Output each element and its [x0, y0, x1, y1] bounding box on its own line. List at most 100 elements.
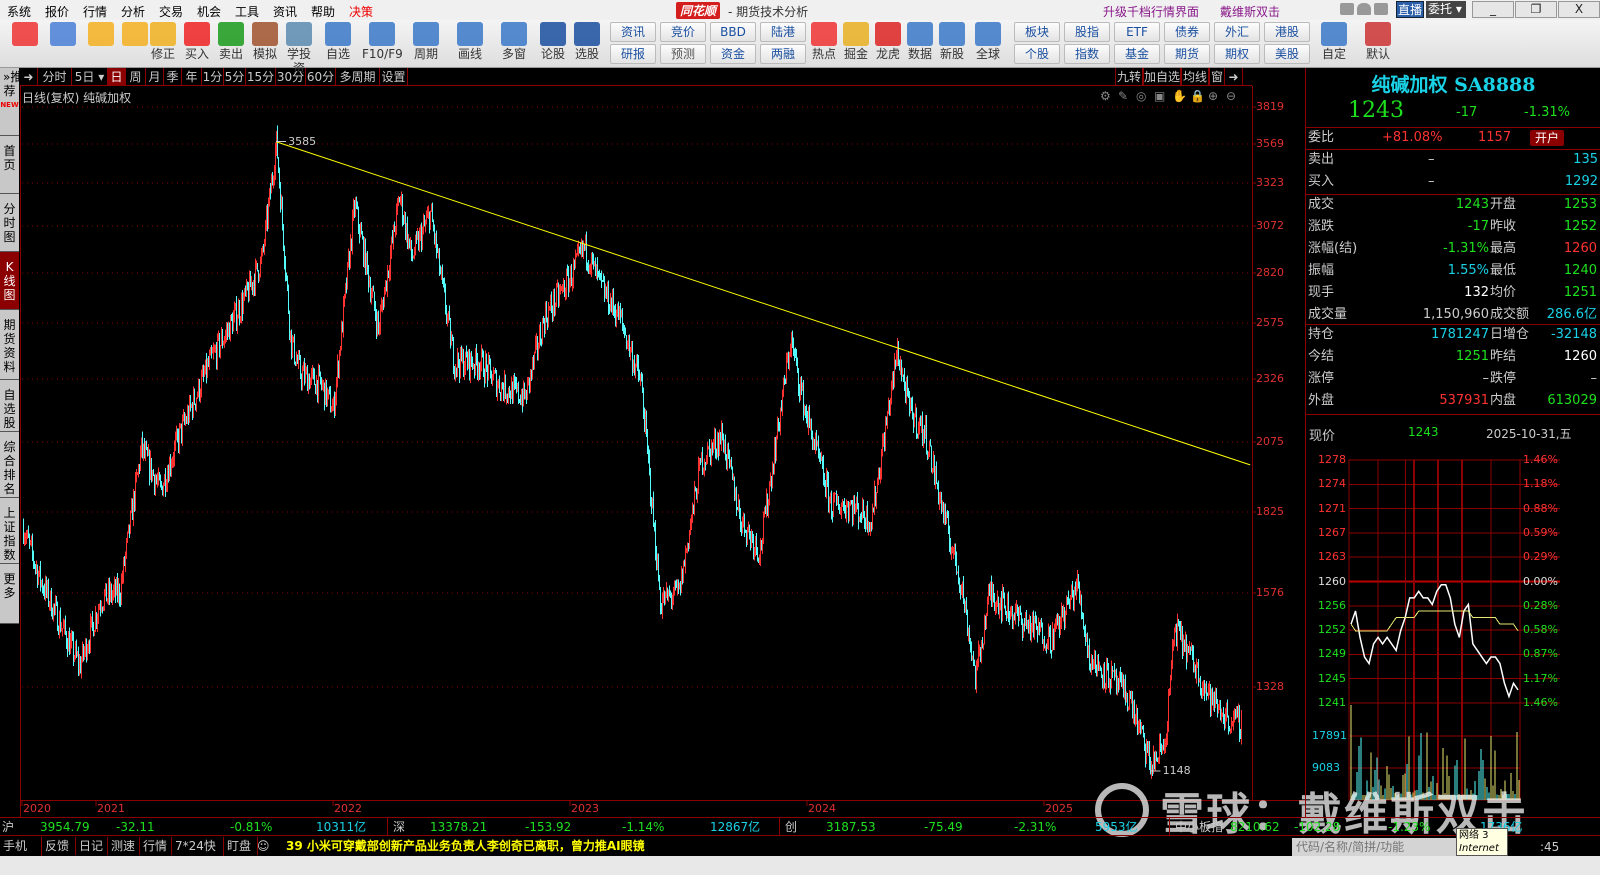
quote-row: 成交 1243 开盘 1253	[1306, 194, 1600, 216]
y-tick-label: 3323	[1256, 176, 1284, 189]
open-account-button[interactable]: 开户	[1530, 130, 1565, 146]
gear-icon[interactable]: ⚙	[1100, 89, 1111, 103]
field-label: 均价	[1490, 285, 1517, 300]
zoom-in-icon[interactable]: ⊕	[1208, 89, 1218, 103]
index-name[interactable]: 沪	[2, 818, 14, 836]
trendline[interactable]	[275, 141, 1251, 466]
robot-icon[interactable]: ☺	[254, 837, 273, 855]
index-amount: 5953亿	[1095, 820, 1138, 834]
field-label: 今结	[1308, 349, 1335, 364]
target-icon[interactable]: ◎	[1136, 89, 1146, 103]
intraday-pct-tick: 0.29%	[1523, 550, 1558, 564]
intraday-price-tick: 1256	[1318, 598, 1346, 612]
index-value: 3954.79	[40, 820, 90, 834]
weibi-label: 委比	[1308, 130, 1335, 145]
index-change: -32.11	[116, 820, 155, 834]
y-tick-label: 3072	[1256, 219, 1284, 232]
pen-icon[interactable]: ✎	[1118, 89, 1128, 103]
chart-left-border	[20, 86, 21, 817]
intraday-pct-tick: 0.88%	[1523, 501, 1558, 515]
chart-title: 日线(复权) 纯碱加权	[22, 91, 132, 105]
annotation-label: 3585	[288, 134, 317, 148]
intraday-label: 现价	[1309, 429, 1336, 444]
index-name[interactable]: 创	[785, 818, 797, 836]
index-name[interactable]: 中小板指	[1175, 818, 1223, 836]
field-value: 1781247	[1431, 327, 1489, 342]
field-value: 1,150,960	[1422, 307, 1489, 322]
intraday-price-tick: 1267	[1318, 525, 1346, 539]
field-value: -17	[1467, 219, 1489, 234]
index-pct: -1.14%	[622, 820, 665, 834]
intraday-pct-tick: 1.46%	[1523, 696, 1558, 709]
intraday-price-tick: 1274	[1318, 477, 1346, 491]
quote-row: 涨停 – 跌停 –	[1306, 368, 1600, 390]
index-pct: -2.31%	[1014, 820, 1057, 834]
y-tick-label: 1576	[1256, 586, 1284, 599]
field-value: 1251	[1563, 285, 1597, 300]
intraday-price-tick: 1252	[1318, 623, 1346, 637]
index-value: 3187.53	[826, 820, 876, 834]
field-label: 成交额	[1490, 307, 1530, 322]
price-change: -17	[1456, 105, 1478, 120]
status-item-3[interactable]: 测速	[108, 837, 140, 855]
status-item-6[interactable]: 盯盘	[224, 837, 258, 855]
intraday-pct-tick: 0.58%	[1523, 623, 1558, 637]
zoom-out-icon[interactable]: ⊖	[1226, 89, 1236, 103]
code-search-input[interactable]	[1292, 838, 1460, 856]
field-value: 1253	[1563, 197, 1597, 212]
index-divider	[779, 818, 780, 836]
field-label: 现手	[1308, 285, 1335, 300]
index-bar: 沪 3954.79 -32.11 -0.81% 10311亿 深 13378.21 -153.…	[0, 817, 1600, 836]
field-value: –	[1590, 371, 1598, 386]
field-label: 昨收	[1490, 219, 1517, 234]
field-value: 1260	[1563, 349, 1597, 364]
hand-icon[interactable]: ✋	[1172, 89, 1187, 103]
ask-row: 卖出 – 135	[1306, 149, 1598, 171]
x-tick-label: 2022	[334, 802, 362, 815]
quote-row: 外盘 537931 内盘 613029	[1306, 390, 1600, 412]
intraday-pct-tick: 0.59%	[1523, 525, 1558, 539]
y-axis-line	[1252, 86, 1253, 800]
field-value: 1260	[1563, 241, 1597, 256]
network-line1: 网络 3	[1459, 830, 1489, 841]
field-value: -1.31%	[1443, 241, 1489, 256]
index-amount: 12867亿	[710, 820, 761, 834]
y-tick-label: 2575	[1256, 316, 1284, 329]
bid-row: 买入 – 1292	[1306, 171, 1598, 193]
news-ticker[interactable]: 39 小米可穿戴部创新产品业务负责人李创奇已离职，曾力推AI眼镜	[286, 837, 645, 855]
quote-row: 今结 1251 昨结 1260	[1306, 346, 1600, 368]
x-tick-label: 2020	[23, 802, 51, 815]
field-value: 132	[1464, 285, 1489, 300]
status-item-1[interactable]: 反馈	[42, 837, 76, 855]
field-label: 涨停	[1308, 371, 1335, 386]
index-name[interactable]: 深	[393, 818, 405, 836]
last-price: 1243	[1348, 98, 1404, 123]
index-amount: 10311亿	[316, 820, 367, 834]
field-value: 537931	[1439, 393, 1489, 408]
ask-volume: 135	[1573, 152, 1598, 167]
bid-label: 买入	[1308, 174, 1335, 189]
intraday-price-tick: 1278	[1318, 453, 1346, 466]
index-divider	[1169, 818, 1170, 836]
intraday-price-tick: 1249	[1318, 647, 1346, 661]
bid-price: –	[1428, 174, 1435, 189]
y-tick-label: 3819	[1256, 100, 1284, 113]
lock-icon[interactable]: 🔒	[1190, 89, 1205, 103]
y-tick-label: 1328	[1256, 680, 1284, 693]
ask-price: –	[1428, 152, 1435, 167]
field-value: -32148	[1550, 327, 1597, 342]
field-label: 内盘	[1490, 393, 1517, 408]
index-pct: -1.23%	[1388, 820, 1431, 834]
intraday-pct-tick: 1.18%	[1523, 477, 1558, 491]
weibi-row: 委比 +81.08% 1157	[1306, 127, 1568, 149]
intraday-pct-tick: 0.87%	[1523, 647, 1558, 661]
intraday-price-tick: 1260	[1318, 574, 1346, 588]
contract-title: 纯碱加权 SA8888	[1371, 74, 1536, 96]
network-tooltip: 网络 3 Internet 访问	[1456, 828, 1508, 867]
quote-row: 成交量 1,150,960 成交额 286.6亿	[1306, 304, 1600, 326]
trash-icon[interactable]: ▣	[1154, 89, 1165, 103]
field-label: 跌停	[1490, 371, 1517, 386]
volume-tick: 9083	[1312, 761, 1340, 774]
status-item-4[interactable]: 行情	[140, 837, 172, 855]
status-item-2[interactable]: 日记	[76, 837, 108, 855]
